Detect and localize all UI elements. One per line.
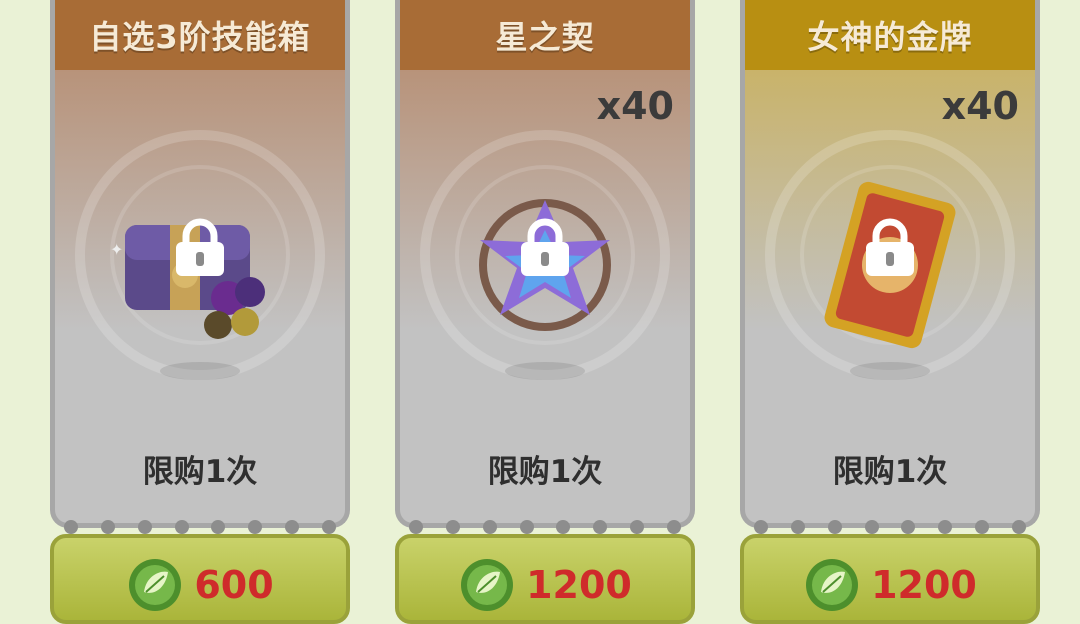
- card-title: 自选3阶技能箱: [55, 0, 345, 70]
- buy-button[interactable]: 600: [50, 534, 350, 624]
- shop-card-skill-chest[interactable]: 自选3阶技能箱 ✦ 限购1次 600: [50, 0, 350, 624]
- shop-card-goddess-medal[interactable]: 女神的金牌 x40 限购1次 1200: [740, 0, 1040, 624]
- lock-icon: [866, 218, 914, 276]
- buy-button[interactable]: 1200: [740, 534, 1040, 624]
- svg-text:✦: ✦: [110, 240, 123, 259]
- perforation: [754, 520, 1026, 534]
- shop-card-star-pact[interactable]: 星之契 x40 限购1次 1200: [395, 0, 695, 624]
- card-title: 女神的金牌: [745, 0, 1035, 70]
- price-label: 600: [194, 563, 274, 607]
- card-body: 女神的金牌 x40 限购1次: [740, 0, 1040, 528]
- lock-icon: [521, 218, 569, 276]
- buy-button[interactable]: 1200: [395, 534, 695, 624]
- price-label: 1200: [526, 563, 632, 607]
- perforation: [409, 520, 681, 534]
- card-body: 自选3阶技能箱 ✦ 限购1次: [50, 0, 350, 528]
- price-label: 1200: [871, 563, 977, 607]
- leaf-orb-icon: [806, 559, 859, 611]
- quantity-badge: x40: [596, 84, 674, 128]
- card-body: 星之契 x40 限购1次: [395, 0, 695, 528]
- purchase-limit: 限购1次: [142, 454, 258, 490]
- leaf-orb-icon: [461, 559, 514, 611]
- card-title: 星之契: [400, 0, 690, 70]
- quantity-badge: x40: [941, 84, 1019, 128]
- item-shadow: [505, 362, 585, 380]
- leaf-orb-icon: [129, 559, 182, 611]
- lock-icon: [176, 218, 224, 276]
- purchase-limit: 限购1次: [832, 454, 948, 490]
- item-shadow: [160, 362, 240, 380]
- perforation: [64, 520, 336, 534]
- item-shadow: [850, 362, 930, 380]
- purchase-limit: 限购1次: [487, 454, 603, 490]
